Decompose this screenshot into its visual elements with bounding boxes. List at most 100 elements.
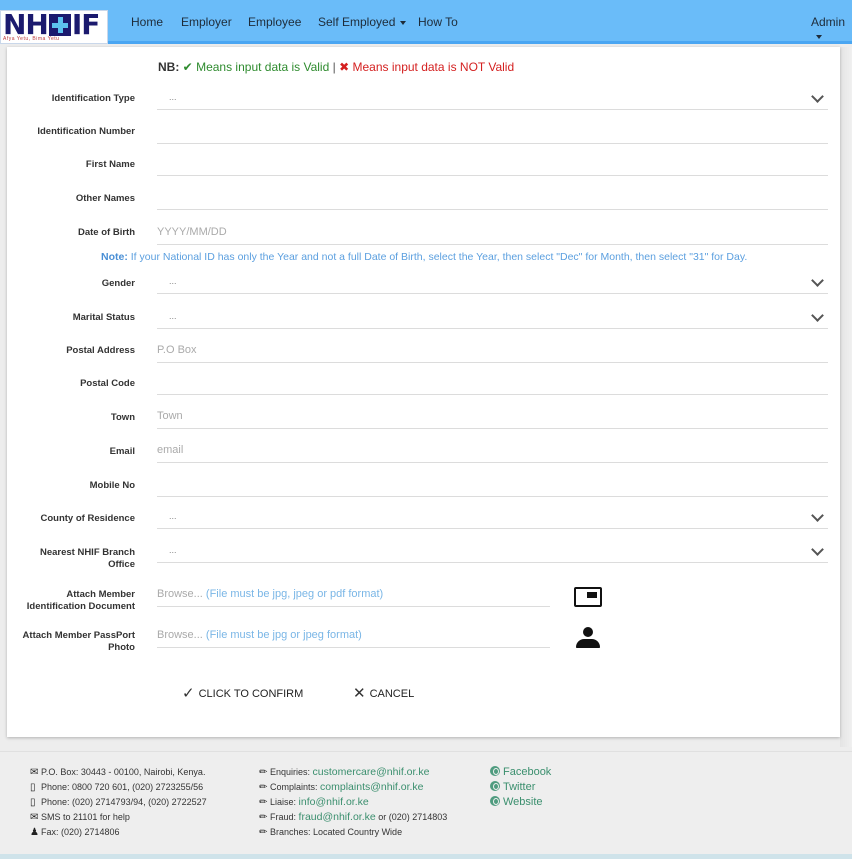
id-document-file-input[interactable]: Browse... (File must be jpg, jpeg or pdf… [157,585,550,607]
postal-address-placeholder: P.O Box [157,344,197,356]
enquiries-email-link[interactable]: customercare@nhif.or.ke [313,766,430,778]
marital-status-label: Marital Status [72,312,135,323]
check-icon: ✓ [182,685,195,702]
town-placeholder: Town [157,410,183,422]
confirm-button[interactable]: ✓ CLICK TO CONFIRM [182,684,303,702]
passport-photo-label: Attach Member PassPort Photo [0,630,135,654]
footer-email-item: ✏ Enquiries: customercare@nhif.or.ke [259,765,447,780]
branches-text: Branches: Located Country Wide [270,827,403,837]
passport-photo-browse: Browse... [157,629,203,641]
id-document-label-line1: Attach Member [66,589,135,600]
admin-label: Admin [811,15,846,29]
chevron-down-icon [811,543,824,556]
identification-type-select[interactable]: ... [157,88,828,110]
email-input[interactable]: email [157,441,828,463]
marital-status-select[interactable]: ... [157,307,828,329]
id-document-hint: (File must be jpg, jpeg or pdf format) [205,588,384,600]
pencil-icon: ✏ [259,797,268,808]
chevron-down-icon [811,274,824,287]
branch-value: ... [169,545,177,555]
phone-icon: ▯ [30,782,36,793]
social-label: Twitter [503,781,536,793]
cross-icon: ✖ [339,60,350,74]
town-input[interactable]: Town [157,407,828,429]
nav-self-employed[interactable]: Self Employed [318,15,407,29]
legend-valid-text: Means input data is Valid [196,60,330,74]
dob-note-prefix: Note: [101,251,128,263]
branch-label-line2: Office [108,559,135,570]
contact-text: SMS to 21101 for help [41,812,130,822]
plus-icon [48,14,71,36]
pencil-icon: ✏ [259,782,268,793]
county-value: ... [169,511,177,521]
other-names-input[interactable] [157,188,828,210]
mobile-no-label: Mobile No [89,480,135,491]
postal-address-input[interactable]: P.O Box [157,341,828,363]
confirm-label: CLICK TO CONFIRM [198,688,304,700]
identification-number-input[interactable] [157,122,828,144]
first-name-input[interactable] [157,154,828,176]
website-link[interactable]: Website [490,795,551,810]
globe-icon [490,796,500,806]
nav-employer[interactable]: Employer [181,15,232,29]
first-name-label: First Name [85,159,135,170]
gender-select[interactable]: ... [157,272,828,294]
footer-email-item: ✏ Branches: Located Country Wide [259,825,447,840]
nav-employee[interactable]: Employee [248,15,301,29]
nav-home[interactable]: Home [131,15,163,29]
identification-number-label: Identification Number [37,126,135,137]
dob-note: Note: If your National ID has only the Y… [101,251,747,263]
facebook-link[interactable]: Facebook [490,765,551,780]
id-document-label: Attach Member Identification Document [0,589,135,613]
dob-note-text: If your National ID has only the Year an… [130,251,748,263]
mobile-no-input[interactable] [157,475,828,497]
id-document-browse: Browse... [157,588,203,600]
footer-contact-item: ▯ Phone: (020) 2714793/94, (020) 2722527 [30,795,207,810]
top-navbar: NH IF Afya Yetu, Bima Yetu Home Employer … [0,0,852,44]
branch-select[interactable]: ... [157,541,828,563]
other-names-label: Other Names [75,193,135,204]
liaise-email-link[interactable]: info@nhif.or.ke [299,796,369,808]
page-scroll-shade [840,47,852,747]
caret-down-icon [400,20,407,25]
identification-type-value: ... [169,92,177,102]
complaints-email-link[interactable]: complaints@nhif.or.ke [320,781,423,793]
email-prefix: Fraud: [270,812,297,822]
footer-contact-item: ✉ SMS to 21101 for help [30,810,207,825]
legend-prefix: NB: [158,60,180,74]
nav-self-employed-label: Self Employed [318,15,396,29]
county-select[interactable]: ... [157,507,828,529]
nav-how-to[interactable]: How To [418,15,458,29]
postal-code-label: Postal Code [80,378,135,389]
passport-photo-hint: (File must be jpg or jpeg format) [205,629,362,641]
envelope-icon: ✉ [30,767,39,778]
social-label: Website [503,796,543,808]
passport-photo-file-input[interactable]: Browse... (File must be jpg or jpeg form… [157,626,550,648]
email-label: Email [109,446,135,457]
postal-address-label: Postal Address [66,345,135,356]
envelope-icon: ✉ [30,812,39,823]
postal-code-input[interactable] [157,373,828,395]
nav-admin-menu[interactable]: Admin [811,15,852,43]
footer-email-item: ✏ Liaise: info@nhif.or.ke [259,795,447,810]
date-of-birth-input[interactable]: YYYY/MM/DD [157,223,828,245]
chevron-down-icon [811,90,824,103]
email-prefix: Liaise: [270,797,297,807]
chevron-down-icon [811,309,824,322]
caret-down-icon [816,34,822,39]
contact-text: Phone: 0800 720 601, (020) 2723255/56 [41,782,204,792]
pencil-icon: ✏ [259,827,268,838]
pencil-icon: ✏ [259,767,268,778]
contact-text: Phone: (020) 2714793/94, (020) 2722527 [41,797,207,807]
passport-photo-label-line2: Photo [108,642,135,653]
nhif-logo[interactable]: NH IF Afya Yetu, Bima Yetu [0,10,108,44]
id-card-icon [574,587,602,607]
passport-photo-label-line1: Attach Member PassPort [22,630,135,641]
county-label: County of Residence [40,513,136,524]
fraud-email-link[interactable]: fraud@nhif.or.ke [299,811,376,823]
footer-email-item: ✏ Fraud: fraud@nhif.or.ke or (020) 271480… [259,810,447,825]
logo-tagline: Afya Yetu, Bima Yetu [3,36,60,42]
cancel-button[interactable]: ✕ CANCEL [353,684,414,702]
globe-icon [490,766,500,776]
twitter-link[interactable]: Twitter [490,780,551,795]
